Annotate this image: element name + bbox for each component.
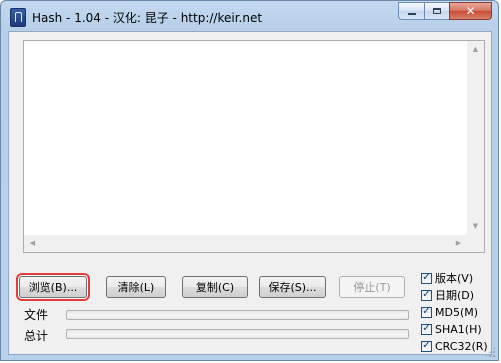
- vertical-scrollbar[interactable]: ▲ ▼: [467, 41, 484, 235]
- checkbox-md5[interactable]: ✓: [421, 306, 432, 318]
- option-date[interactable]: ✓ 日期(D): [421, 287, 474, 303]
- maximize-icon: [433, 8, 441, 14]
- minimize-icon: [407, 13, 416, 15]
- option-date-label: 日期(D): [435, 289, 475, 302]
- output-textarea[interactable]: [24, 41, 467, 235]
- close-button[interactable]: ✕: [449, 2, 492, 20]
- hash-window: Hash - 1.04 - 汉化: 昆子 - http://keir.net ✕…: [0, 0, 499, 361]
- scroll-corner: [467, 235, 484, 252]
- minimize-button[interactable]: [398, 2, 424, 20]
- option-md5-label: MD5(M): [435, 305, 479, 319]
- browse-button[interactable]: 浏览(B)...: [19, 276, 87, 298]
- copy-button[interactable]: 复制(C): [182, 276, 248, 298]
- stop-button: 停止(T): [339, 276, 405, 298]
- scroll-up-arrow-icon[interactable]: ▲: [467, 41, 484, 58]
- scroll-left-arrow-icon[interactable]: ◀: [24, 235, 41, 252]
- caption-buttons: ✕: [398, 2, 492, 22]
- window-title: Hash - 1.04 - 汉化: 昆子 - http://keir.net: [32, 11, 263, 25]
- file-progress-bar: [66, 310, 409, 320]
- option-sha1-label: SHA1(H): [435, 322, 482, 336]
- app-lock-icon[interactable]: [10, 8, 26, 27]
- save-button[interactable]: 保存(S)...: [259, 276, 326, 298]
- option-version[interactable]: ✓ 版本(V): [421, 270, 473, 286]
- option-crc32[interactable]: ✓ CRC32(R): [421, 338, 488, 354]
- output-box: ▲ ▼ ◀ ▶: [23, 40, 485, 253]
- horizontal-scrollbar[interactable]: ◀ ▶: [24, 235, 467, 252]
- total-progress-bar: [66, 329, 409, 339]
- client-area: ▲ ▼ ◀ ▶ 浏览(B)... 清除(L) 复制(C) 保存(S)... 停止…: [8, 31, 492, 355]
- title-bar[interactable]: Hash - 1.04 - 汉化: 昆子 - http://keir.net ✕: [1, 1, 498, 31]
- file-progress-label: 文件: [24, 308, 49, 322]
- clear-button[interactable]: 清除(L): [106, 276, 166, 298]
- option-md5[interactable]: ✓ MD5(M): [421, 304, 478, 320]
- checkbox-date[interactable]: ✓: [421, 289, 432, 301]
- close-icon: ✕: [465, 4, 476, 18]
- scroll-right-arrow-icon[interactable]: ▶: [450, 235, 467, 252]
- checkbox-sha1[interactable]: ✓: [421, 323, 432, 335]
- checkbox-crc32[interactable]: ✓: [421, 340, 432, 352]
- maximize-button[interactable]: [424, 2, 449, 20]
- scroll-down-arrow-icon[interactable]: ▼: [467, 218, 484, 235]
- option-sha1[interactable]: ✓ SHA1(H): [421, 321, 482, 337]
- option-version-label: 版本(V): [435, 272, 474, 285]
- option-crc32-label: CRC32(R): [435, 339, 488, 353]
- total-progress-label: 总计: [24, 329, 49, 343]
- checkbox-version[interactable]: ✓: [421, 272, 432, 284]
